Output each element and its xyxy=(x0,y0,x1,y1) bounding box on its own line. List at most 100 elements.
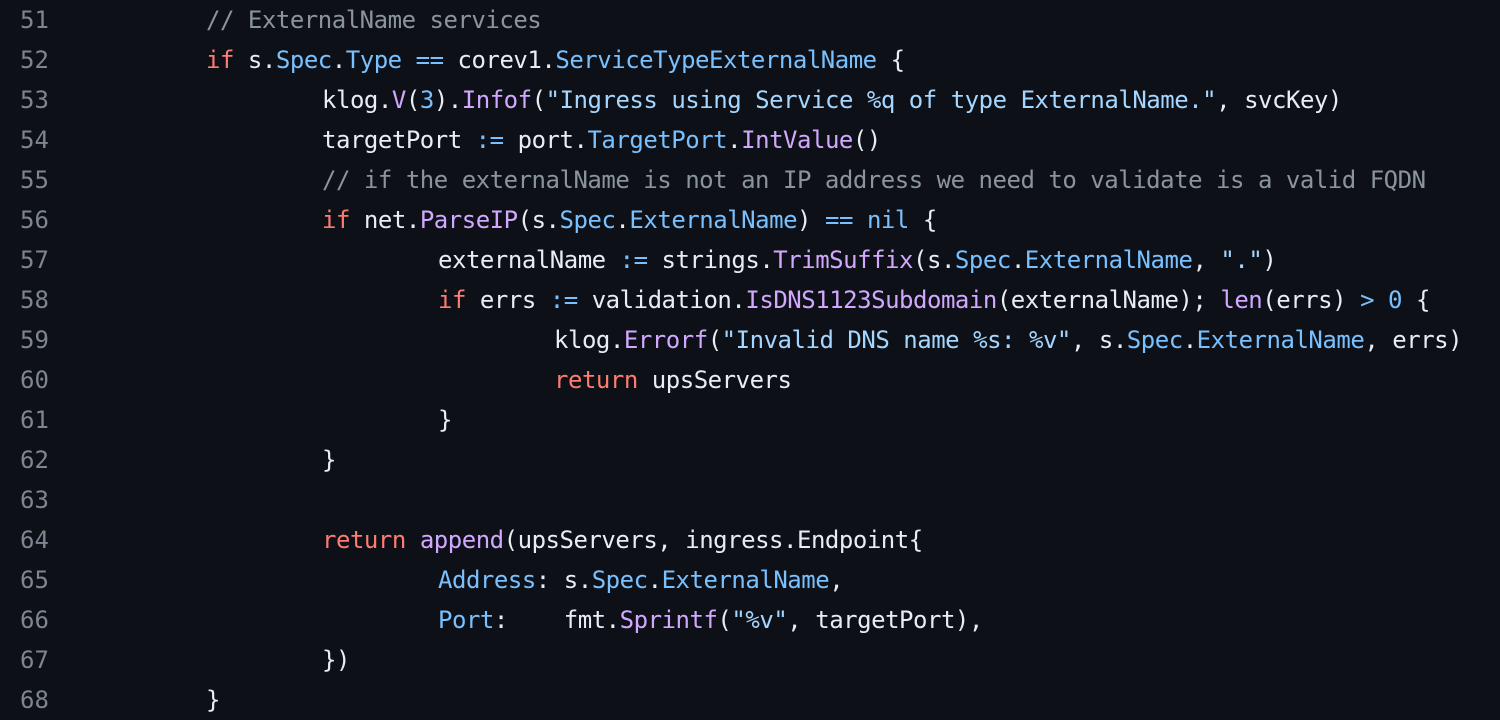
code-token-plain: } xyxy=(322,446,336,474)
line-number[interactable]: 64 xyxy=(20,520,60,560)
code-token-plain: externalName xyxy=(438,246,620,274)
code-token-type: Type xyxy=(345,46,402,74)
line-number[interactable]: 59 xyxy=(20,320,60,360)
code-token-function: append xyxy=(419,526,504,554)
code-token-plain: ). xyxy=(433,86,462,114)
code-token-type: Address xyxy=(438,566,536,594)
line-number[interactable]: 68 xyxy=(20,680,60,720)
code-token-plain: . xyxy=(727,126,742,154)
code-token-plain: . xyxy=(615,206,630,234)
code-token-operator: := xyxy=(619,246,648,274)
code-token-function: Errorf xyxy=(623,326,708,354)
code-line: 56 if net.ParseIP(s.Spec.ExternalName) ==… xyxy=(0,200,1500,240)
code-token-plain: { xyxy=(1402,286,1430,314)
code-token-plain: { xyxy=(876,46,905,74)
line-number[interactable]: 62 xyxy=(20,440,60,480)
code-token-type: Spec xyxy=(559,206,616,234)
line-number[interactable]: 53 xyxy=(20,80,60,120)
code-token-plain: (upsServers, ingress.Endpoint{ xyxy=(503,526,924,554)
code-token-plain: }) xyxy=(322,646,350,674)
line-code: // if the externalName is not an IP addr… xyxy=(322,160,1426,200)
code-token-plain: } xyxy=(206,686,220,714)
code-token-plain: corev1. xyxy=(443,46,556,74)
line-code: } xyxy=(322,440,336,480)
line-code: // ExternalName services xyxy=(206,0,542,40)
code-line: 53 klog.V(3).Infof("Ingress using Service… xyxy=(0,80,1500,120)
code-token-type: ExternalName xyxy=(661,566,830,594)
code-token-type: TargetPort xyxy=(587,126,728,154)
code-token-type: ExternalName xyxy=(1024,246,1193,274)
line-code: return append(upsServers, ingress.Endpoi… xyxy=(322,520,923,560)
line-number[interactable]: 56 xyxy=(20,200,60,240)
code-token-string: "Invalid DNS name %s: %v" xyxy=(721,326,1072,354)
line-number[interactable]: 65 xyxy=(20,560,60,600)
line-code: }) xyxy=(322,640,350,680)
line-number[interactable]: 60 xyxy=(20,360,60,400)
code-token-keyword: return xyxy=(554,366,638,394)
code-line: 52 if s.Spec.Type == corev1.ServiceTypeEx… xyxy=(0,40,1500,80)
code-token-keyword: return xyxy=(322,526,406,554)
code-token-plain: s. xyxy=(233,46,276,74)
code-token-plain: . xyxy=(1182,326,1197,354)
code-token-type: ExternalName xyxy=(1196,326,1365,354)
code-token-plain: (externalName); xyxy=(996,286,1221,314)
code-line: 58 if errs := validation.IsDNS1123Subdoma… xyxy=(0,280,1500,320)
line-number[interactable]: 61 xyxy=(20,400,60,440)
code-token-plain: : fmt. xyxy=(493,606,620,634)
code-line: 63 xyxy=(0,480,1500,520)
code-token-plain: , svcKey) xyxy=(1216,86,1342,114)
line-code: Port: fmt.Sprintf("%v", targetPort), xyxy=(438,600,983,640)
code-token-plain: klog. xyxy=(554,326,624,354)
code-token-number: 3 xyxy=(419,86,434,114)
code-token-function: V xyxy=(391,86,406,114)
code-token-plain: , s. xyxy=(1070,326,1127,354)
code-token-plain: ( xyxy=(405,86,420,114)
code-token-plain: ( xyxy=(717,606,732,634)
line-number[interactable]: 51 xyxy=(20,0,60,40)
code-token-keyword: if xyxy=(438,286,466,314)
line-code: klog.Errorf("Invalid DNS name %s: %v", s… xyxy=(554,320,1463,360)
code-line: 68} xyxy=(0,680,1500,720)
code-token-plain: , targetPort), xyxy=(787,606,983,634)
code-token-plain: ( xyxy=(707,326,722,354)
line-code: if errs := validation.IsDNS1123Subdomain… xyxy=(438,280,1430,320)
code-token-string: "Ingress using Service %q of type Extern… xyxy=(545,86,1217,114)
line-code: } xyxy=(206,680,220,720)
code-token-plain: ( xyxy=(531,86,546,114)
line-code: if s.Spec.Type == corev1.ServiceTypeExte… xyxy=(206,40,905,80)
code-line: 67}) xyxy=(0,640,1500,680)
code-token-keyword: if xyxy=(322,206,350,234)
code-token-plain: , xyxy=(1192,246,1221,274)
line-number[interactable]: 55 xyxy=(20,160,60,200)
code-token-operator: := xyxy=(549,286,578,314)
line-number[interactable]: 63 xyxy=(20,480,60,520)
code-line: 57 externalName := strings.TrimSuffix(s.S… xyxy=(0,240,1500,280)
code-token-plain: validation. xyxy=(577,286,746,314)
line-code: targetPort := port.TargetPort.IntValue() xyxy=(322,120,881,160)
code-token-plain: ) xyxy=(1262,246,1277,274)
line-number[interactable]: 54 xyxy=(20,120,60,160)
code-token-plain: (errs) xyxy=(1262,286,1361,314)
line-number[interactable]: 57 xyxy=(20,240,60,280)
code-token-plain: ) xyxy=(797,206,825,234)
code-view: 51// ExternalName services 52 if s.Spec.Ty… xyxy=(0,0,1500,720)
code-token-plain: targetPort xyxy=(322,126,476,154)
line-number[interactable]: 52 xyxy=(20,40,60,80)
line-code: Address: s.Spec.ExternalName, xyxy=(438,560,844,600)
code-token-string: "%v" xyxy=(731,606,788,634)
code-token-type: Spec xyxy=(591,566,648,594)
line-code: return upsServers xyxy=(554,360,792,400)
code-token-plain: () xyxy=(852,126,881,154)
code-token-keyword: if xyxy=(206,46,234,74)
code-token-operator: := xyxy=(475,126,504,154)
code-token-operator: == xyxy=(415,46,444,74)
line-number[interactable]: 58 xyxy=(20,280,60,320)
code-token-plain: port. xyxy=(503,126,588,154)
line-number[interactable]: 67 xyxy=(20,640,60,680)
line-number[interactable]: 66 xyxy=(20,600,60,640)
code-token-plain: errs xyxy=(465,286,550,314)
code-token-plain: , xyxy=(829,566,844,594)
